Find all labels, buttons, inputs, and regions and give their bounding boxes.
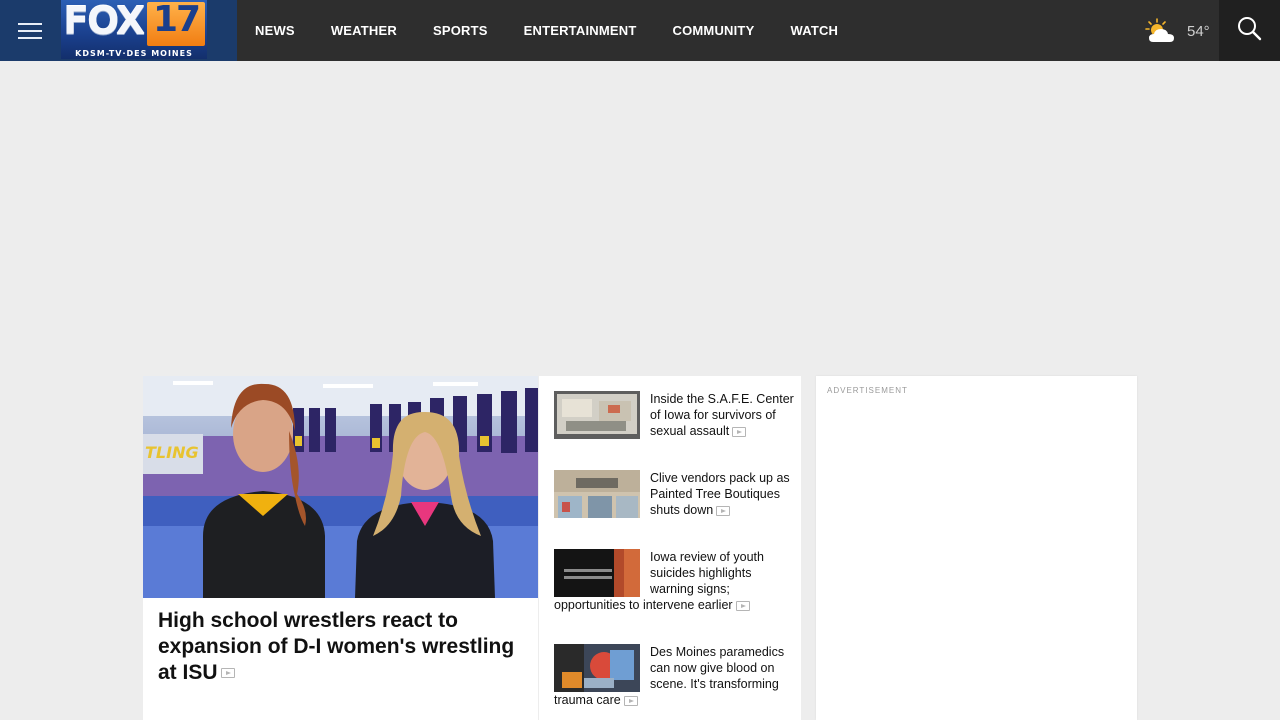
story-thumbnail[interactable] [554, 549, 640, 597]
site-header: FOX 17 KDSM-TV·DES MOINES NEWS WEATHER S… [0, 0, 1280, 61]
lead-story-card[interactable]: TLING High school wrestlers react to exp… [143, 376, 538, 720]
list-item[interactable]: Des Moines paramedics can now give blood… [554, 644, 794, 708]
story-title-text: Inside the S.A.F.E. Center of Iowa for s… [650, 392, 794, 438]
nav-weather[interactable]: WEATHER [331, 23, 397, 38]
video-icon [623, 695, 638, 706]
lead-story-title-text: High school wrestlers react to expansion… [158, 609, 515, 684]
logo-subtitle: KDSM-TV·DES MOINES [75, 49, 193, 58]
logo-number-badge: 17 [147, 0, 205, 46]
hamburger-menu-icon[interactable] [0, 0, 60, 61]
logo-link[interactable]: FOX 17 KDSM-TV·DES MOINES [60, 0, 237, 61]
video-icon [735, 600, 750, 611]
menu-bar [18, 22, 42, 25]
partly-cloudy-icon [1145, 17, 1179, 45]
nav-community[interactable]: COMMUNITY [672, 23, 754, 38]
nav-entertainment[interactable]: ENTERTAINMENT [524, 23, 637, 38]
search-icon[interactable] [1219, 0, 1280, 61]
video-icon [220, 668, 235, 679]
menu-bar [18, 36, 42, 39]
lead-story-title[interactable]: High school wrestlers react to expansion… [158, 608, 528, 686]
weather-widget[interactable]: 54° [1145, 16, 1210, 46]
menu-bar [18, 29, 42, 32]
list-item[interactable]: Iowa review of youth suicides highlights… [554, 549, 794, 613]
list-item[interactable]: Inside the S.A.F.E. Center of Iowa for s… [554, 391, 794, 439]
svg-text:TLING: TLING [145, 443, 199, 462]
top-stories-list: Inside the S.A.F.E. Center of Iowa for s… [539, 376, 801, 720]
two-wrestlers-photo[interactable]: TLING [143, 376, 538, 598]
list-item[interactable]: Clive vendors pack up as Painted Tree Bo… [554, 470, 794, 518]
nav-sports[interactable]: SPORTS [433, 23, 488, 38]
story-thumbnail[interactable] [554, 470, 640, 518]
nav-news[interactable]: NEWS [255, 23, 295, 38]
story-thumbnail[interactable] [554, 391, 640, 439]
logo-channel-number: 17 [152, 0, 201, 40]
nav-watch[interactable]: WATCH [790, 23, 838, 38]
weather-temperature: 54° [1187, 22, 1210, 40]
video-icon [732, 426, 747, 437]
story-thumbnail[interactable] [554, 644, 640, 692]
station-logo: FOX 17 KDSM-TV·DES MOINES [61, 0, 207, 59]
advertisement-slot[interactable]: ADVERTISEMENT [816, 376, 1137, 720]
ad-label: ADVERTISEMENT [827, 386, 908, 395]
main-nav: NEWS WEATHER SPORTS ENTERTAINMENT COMMUN… [255, 0, 874, 61]
logo-brand: FOX [63, 0, 145, 43]
video-icon [716, 505, 731, 516]
